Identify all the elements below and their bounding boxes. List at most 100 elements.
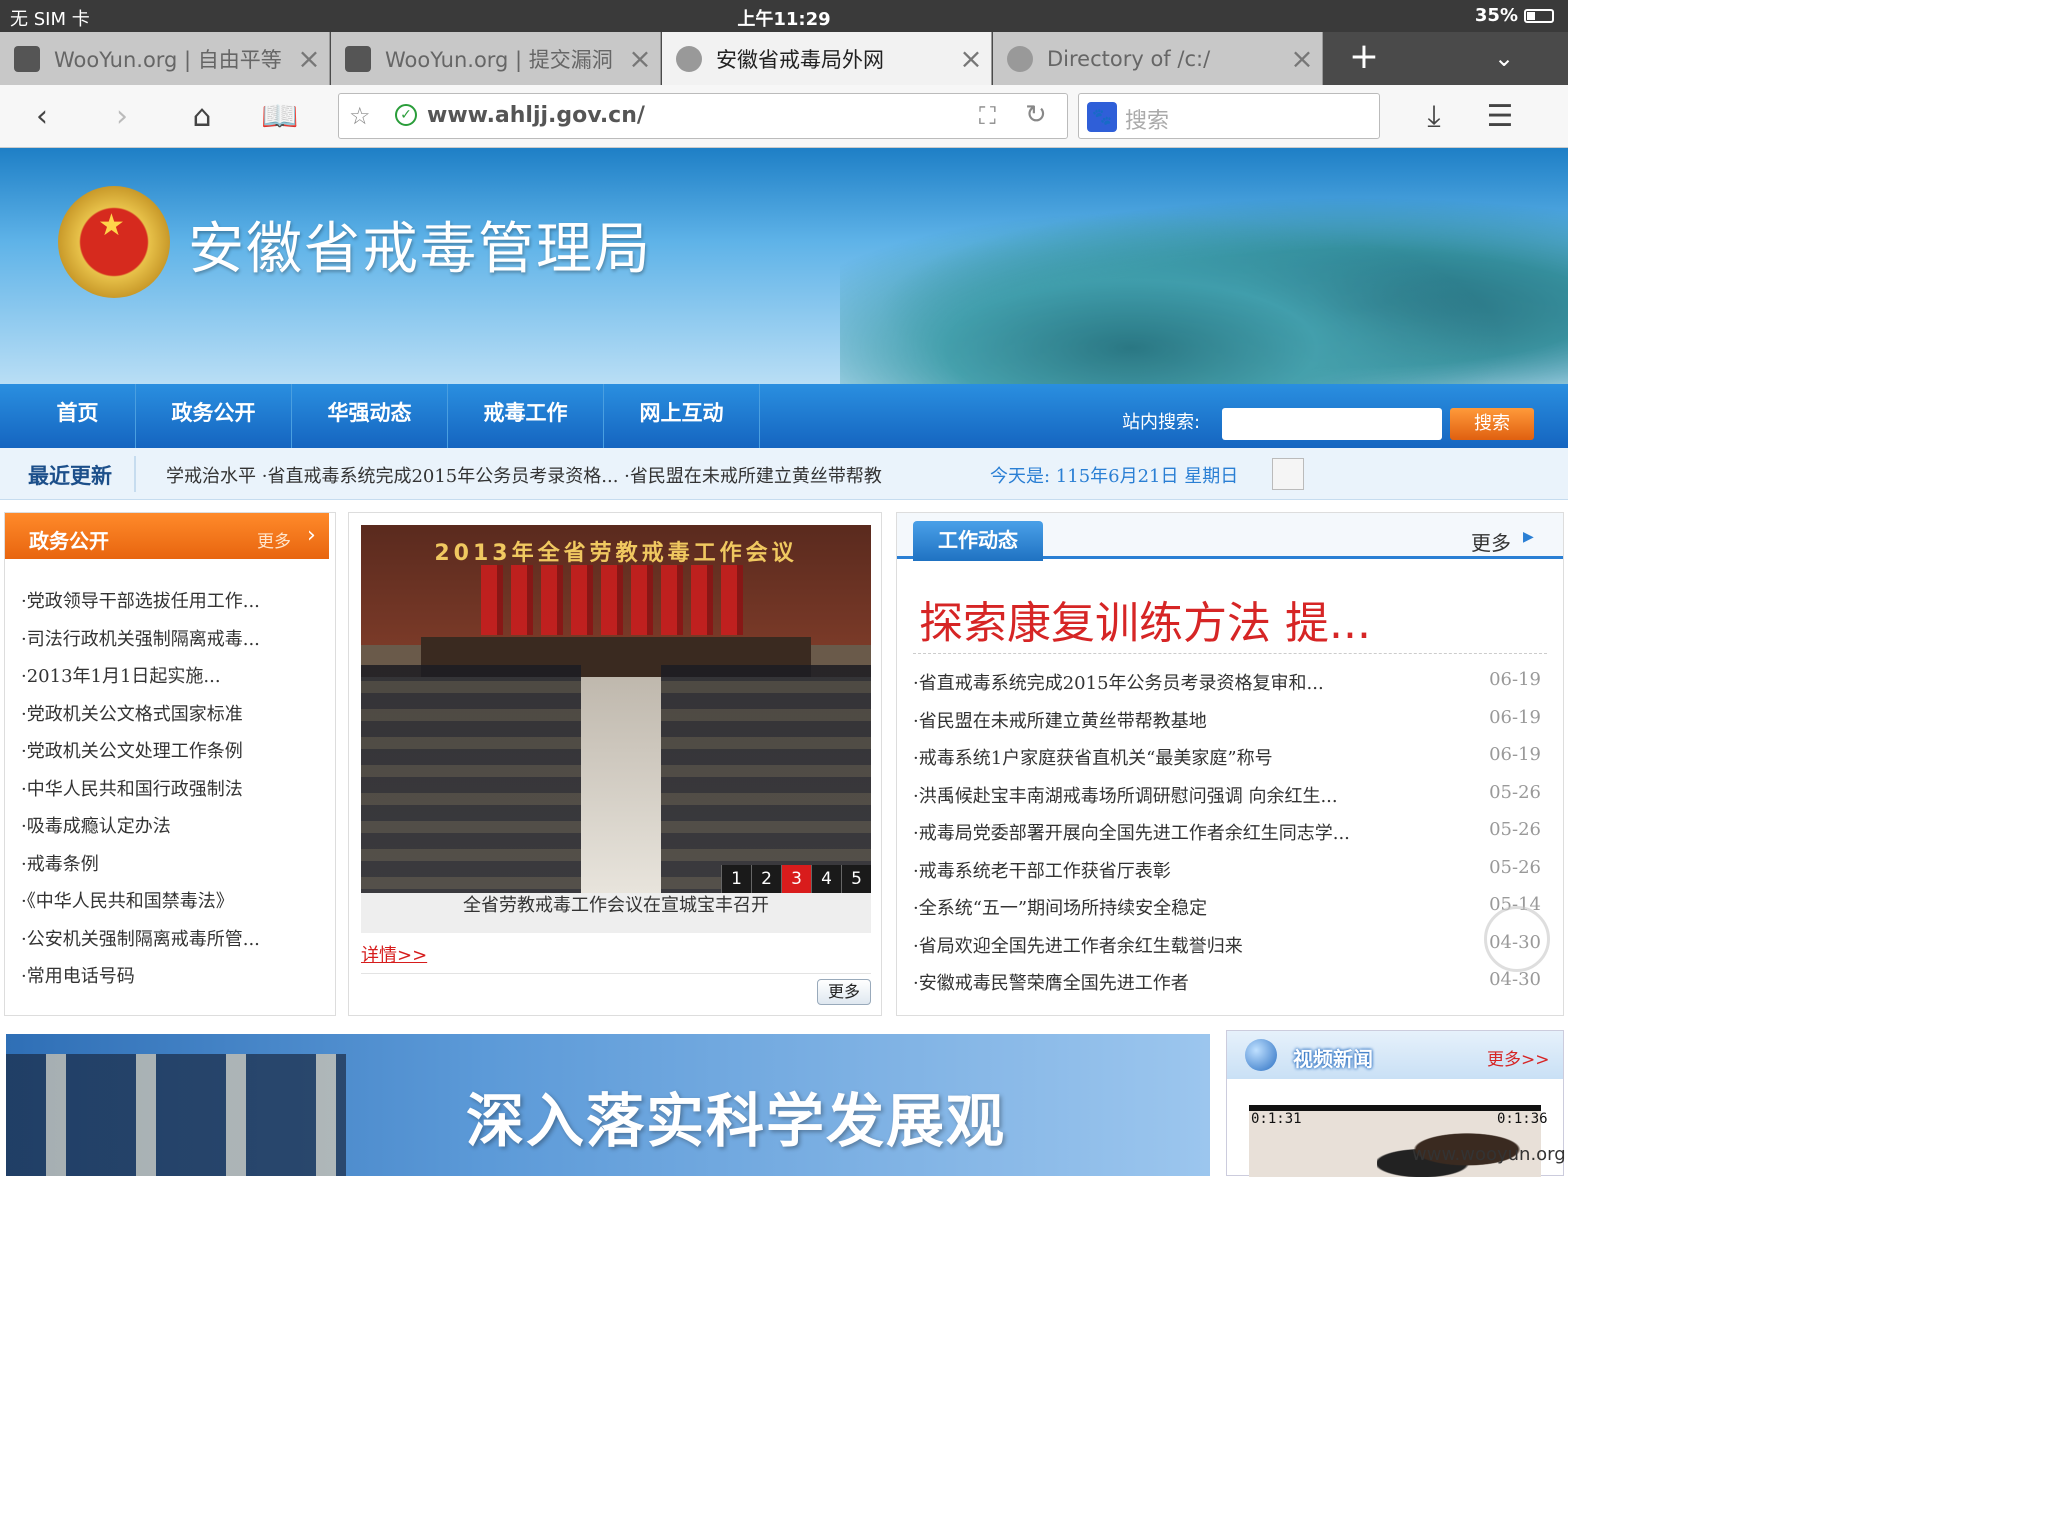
nav-online-interaction[interactable]: 网上互动 (604, 384, 760, 448)
close-tab-icon[interactable]: × (620, 42, 660, 75)
list-item[interactable]: ·常用电话号码 (21, 962, 260, 1000)
news-title[interactable]: ·安徽戒毒民警荣膺全国先进工作者 (913, 969, 1189, 995)
nav-huaqiang-news[interactable]: 华强动态 (292, 384, 448, 448)
list-item[interactable]: ·2013年1月1日起实施... (21, 662, 260, 700)
wooyun-favicon-icon (345, 45, 371, 72)
recent-updates-label: 最近更新 (28, 464, 112, 488)
tab-work-news[interactable]: 工作动态 (913, 521, 1043, 561)
news-date: 06-19 (1489, 744, 1541, 765)
list-item[interactable]: ·《中华人民共和国禁毒法》 (21, 887, 260, 925)
forward-arrow-icon[interactable]: › (100, 95, 144, 139)
list-item[interactable]: ·党政机关公文格式国家标准 (21, 700, 260, 738)
more-link[interactable]: 更多 (257, 527, 291, 552)
headline-link[interactable]: 探索康复训练方法 提... (919, 587, 1371, 651)
conference-photo[interactable]: 2013年全省劳教戒毒工作会议 1 2 3 4 5 (361, 525, 871, 893)
nav-rehab-work[interactable]: 戒毒工作 (448, 384, 604, 448)
news-title[interactable]: ·省民盟在未戒所建立黄丝带帮教基地 (913, 707, 1207, 733)
battery-percent: 35% (1474, 5, 1518, 26)
more-link[interactable]: 更多>> (1487, 1045, 1550, 1070)
details-link[interactable]: 详情>> (361, 941, 427, 967)
news-row[interactable]: ·省局欢迎全国先进工作者余红生载誉归来 04-30 (913, 928, 1549, 966)
url-text[interactable]: www.ahljj.gov.cn/ (427, 103, 645, 128)
news-row[interactable]: ·洪禹候赴宝丰南湖戒毒场所调研慰问强调 向余红生... 05-26 (913, 778, 1549, 816)
news-row[interactable]: ·安徽戒毒民警荣膺全国先进工作者 04-30 (913, 965, 1549, 1003)
globe-icon (676, 45, 702, 72)
news-ticker[interactable]: 学戒治水平 ·省直戒毒系统完成2015年公务员考录资格... ·省民盟在未戒所建… (166, 462, 920, 488)
list-item[interactable]: ·党政领导干部选拔任用工作... (21, 587, 260, 625)
news-title[interactable]: ·戒毒局党委部署开展向全国先进工作者余红生同志学... (913, 819, 1350, 845)
nav-home[interactable]: 首页 (20, 384, 136, 448)
list-item[interactable]: ·党政机关公文处理工作条例 (21, 737, 260, 775)
more-button[interactable]: 更多 (817, 979, 871, 1005)
news-title[interactable]: ·省局欢迎全国先进工作者余红生载誉归来 (913, 932, 1243, 958)
star-icon[interactable]: ☆ (349, 102, 371, 130)
pager-button[interactable]: 1 (721, 865, 751, 893)
news-row[interactable]: ·全系统“五一”期间场所持续安全稳定 05-14 (913, 890, 1549, 928)
news-title[interactable]: ·全系统“五一”期间场所持续安全稳定 (913, 894, 1207, 920)
pager-button[interactable]: 2 (751, 865, 781, 893)
close-tab-icon[interactable]: × (289, 42, 329, 75)
address-bar[interactable]: ☆ ✓ www.ahljj.gov.cn/ ⛶ ↻ (338, 93, 1068, 139)
site-search-input[interactable] (1222, 408, 1442, 440)
saluting-police-image (6, 1054, 346, 1176)
browser-tab-active[interactable]: 安徽省戒毒局外网 × (662, 32, 992, 85)
more-link[interactable]: 更多 (1471, 527, 1511, 556)
tab-title: WooYun.org | 提交漏洞 (385, 47, 613, 72)
pager-button-active[interactable]: 3 (781, 865, 811, 893)
download-icon[interactable]: ⤓ (1412, 95, 1456, 139)
search-engine-box[interactable]: 🐾 搜索 (1078, 93, 1380, 139)
close-tab-icon[interactable]: × (1282, 42, 1322, 75)
list-item[interactable]: ·司法行政机关强制隔离戒毒... (21, 625, 260, 663)
menu-list-icon[interactable]: ☰ (1478, 95, 1522, 139)
browser-tab[interactable]: WooYun.org | 自由平等 × (0, 32, 330, 85)
recent-updates-bar: 最近更新 学戒治水平 ·省直戒毒系统完成2015年公务员考录资格... ·省民盟… (0, 448, 1568, 500)
news-date: 04-30 (1489, 969, 1541, 990)
slogan-banner[interactable]: 深入落实科学发展观 (6, 1034, 1210, 1176)
emblem-star-icon: ★ (98, 208, 125, 243)
scan-qr-icon[interactable]: ⛶ (979, 102, 996, 130)
divider (134, 456, 136, 492)
site-search-label: 站内搜索: (1122, 412, 1201, 433)
battery-icon (1524, 8, 1554, 23)
video-time-left: 0:1:31 (1251, 1111, 1302, 1127)
panel-title: 视频新闻 (1293, 1047, 1373, 1071)
pager-button[interactable]: 4 (811, 865, 841, 893)
site-search-button[interactable]: 搜索 (1450, 408, 1534, 440)
back-arrow-icon[interactable]: ‹ (20, 95, 64, 139)
news-title[interactable]: ·戒毒系统老干部工作获省厅表彰 (913, 857, 1171, 883)
baidu-paw-icon[interactable]: 🐾 (1087, 102, 1117, 132)
browser-tab[interactable]: Directory of /c:/ × (993, 32, 1323, 85)
new-tab-plus-icon[interactable]: + (1330, 32, 1398, 85)
list-item[interactable]: ·吸毒成瘾认定办法 (21, 812, 260, 850)
audience-left (361, 665, 581, 893)
tab-title: Directory of /c:/ (1047, 46, 1211, 71)
list-item[interactable]: ·公安机关强制隔离戒毒所管... (21, 925, 260, 963)
news-row[interactable]: ·省直戒毒系统完成2015年公务员考录资格复审和... 06-19 (913, 665, 1549, 703)
panel-tabbar: 工作动态 更多 ▶ (897, 513, 1563, 561)
news-title[interactable]: ·戒毒系统1户家庭获省直机关“最美家庭”称号 (913, 744, 1273, 770)
news-row[interactable]: ·戒毒局党委部署开展向全国先进工作者余红生同志学... 05-26 (913, 815, 1549, 853)
news-row[interactable]: ·省民盟在未戒所建立黄丝带帮教基地 06-19 (913, 703, 1549, 741)
work-news-list: ·省直戒毒系统完成2015年公务员考录资格复审和... 06-19 ·省民盟在未戒… (913, 665, 1549, 1003)
photo-caption[interactable]: 全省劳教戒毒工作会议在宣城宝丰召开 (361, 893, 871, 933)
divider (913, 653, 1547, 654)
divider (361, 973, 871, 974)
triangle-right-icon[interactable]: ▶ (1523, 529, 1534, 545)
close-tab-icon[interactable]: × (951, 42, 991, 75)
list-item[interactable]: ·戒毒条例 (21, 850, 260, 888)
today-date: 今天是: 115年6月21日 星期日 (990, 466, 1239, 487)
list-item[interactable]: ·中华人民共和国行政强制法 (21, 775, 260, 813)
bookmarks-book-icon[interactable]: 📖 (258, 95, 302, 139)
news-title[interactable]: ·省直戒毒系统完成2015年公务员考录资格复审和... (913, 669, 1324, 695)
pager-button[interactable]: 5 (841, 865, 871, 893)
chevron-right-icon[interactable]: › (307, 523, 316, 548)
home-icon[interactable]: ⌂ (180, 95, 224, 139)
nav-government-affairs[interactable]: 政务公开 (136, 384, 292, 448)
news-row[interactable]: ·戒毒系统老干部工作获省厅表彰 05-26 (913, 853, 1549, 891)
assistive-touch-icon[interactable] (1484, 906, 1550, 972)
chevron-down-icon[interactable]: ⌄ (1470, 32, 1538, 85)
news-title[interactable]: ·洪禹候赴宝丰南湖戒毒场所调研慰问强调 向余红生... (913, 782, 1338, 808)
browser-tab[interactable]: WooYun.org | 提交漏洞 × (331, 32, 661, 85)
news-row[interactable]: ·戒毒系统1户家庭获省直机关“最美家庭”称号 06-19 (913, 740, 1549, 778)
reload-icon[interactable]: ↻ (1025, 100, 1047, 130)
